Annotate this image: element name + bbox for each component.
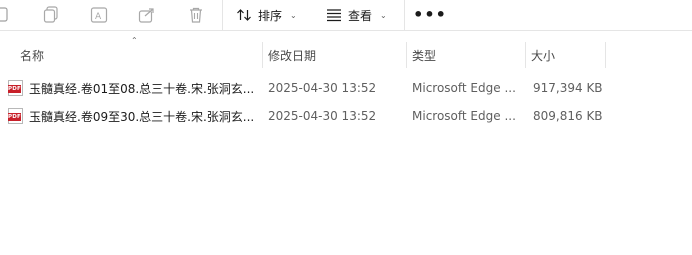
column-header-size[interactable]: 大小 [525,42,605,68]
view-list-icon [326,8,342,22]
file-name: 玉髓真经.卷01至08.总三十卷.宋.张洞玄... [29,81,255,96]
column-header-name[interactable]: 名称 [14,42,262,68]
pdf-file-icon: PDF [8,80,23,96]
sort-button[interactable]: 排序 ⌄ [236,4,297,26]
column-header-modified[interactable]: 修改日期 [262,42,406,68]
chevron-down-icon: ⌄ [290,10,297,20]
file-type: Microsoft Edge ... [412,109,516,123]
toolbar-separator [404,0,405,30]
new-item-icon[interactable] [0,4,12,26]
sort-icon [236,7,252,23]
column-header-row: 名称 修改日期 类型 大小 [0,42,692,68]
file-type: Microsoft Edge ... [412,81,516,95]
column-header-type[interactable]: 类型 [406,42,526,68]
svg-text:A: A [95,12,102,22]
copy-icon[interactable] [40,4,62,26]
file-explorer-window: A 排序 ⌄ 查看 ⌄ ••• ⌃ 名称 修改日期 类型 大小 PDF 玉髓真经… [0,0,692,255]
view-label: 查看 [348,8,373,23]
file-name: 玉髓真经.卷09至30.总三十卷.宋.张洞玄... [29,109,255,124]
file-modified: 2025-04-30 13:52 [268,81,377,95]
chevron-down-icon: ⌄ [380,10,387,20]
delete-icon[interactable] [185,4,207,26]
view-button[interactable]: 查看 ⌄ [326,4,387,26]
share-icon[interactable] [136,4,158,26]
file-row[interactable]: PDF 玉髓真经.卷01至08.总三十卷.宋.张洞玄... 2025-04-30… [0,75,692,101]
column-divider[interactable] [605,42,606,68]
more-options-button[interactable]: ••• [413,4,446,26]
pdf-file-icon: PDF [8,108,23,124]
file-size: 917,394 KB [533,81,603,95]
file-modified: 2025-04-30 13:52 [268,109,377,123]
file-size: 809,816 KB [533,109,603,123]
sort-label: 排序 [258,8,283,23]
file-row[interactable]: PDF 玉髓真经.卷09至30.总三十卷.宋.张洞玄... 2025-04-30… [0,103,692,129]
command-bar: A 排序 ⌄ 查看 ⌄ ••• [0,0,692,31]
toolbar-separator [222,0,223,30]
more-icon: ••• [413,5,447,24]
rename-icon[interactable]: A [88,4,110,26]
